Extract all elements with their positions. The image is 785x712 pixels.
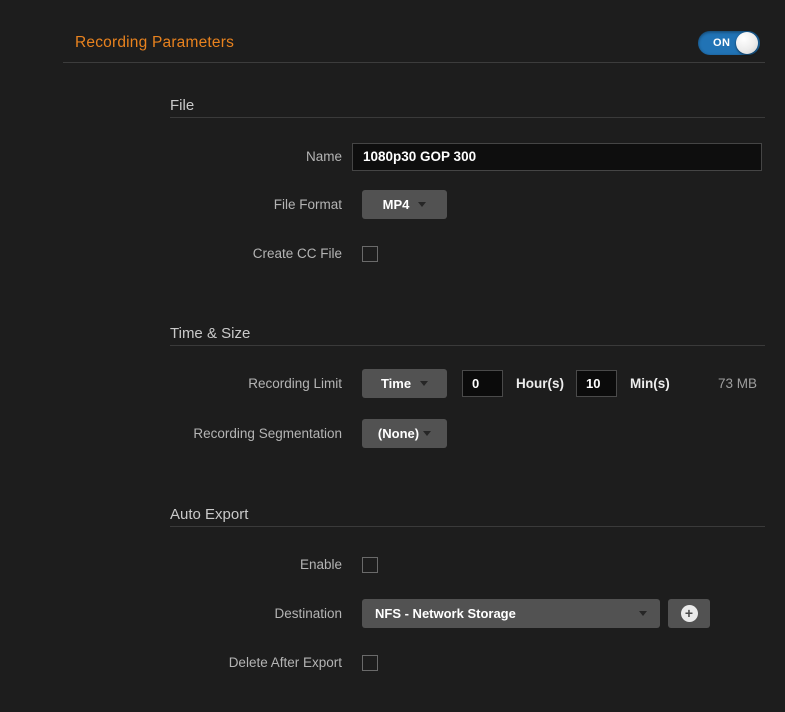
- recording-limit-value: Time: [381, 376, 411, 391]
- destination-row: Destination NFS - Network Storage +: [63, 599, 765, 628]
- delete-after-export-row: Delete After Export: [63, 654, 765, 671]
- section-title-file: File: [170, 97, 194, 114]
- toggle-knob[interactable]: [736, 32, 758, 54]
- file-format-label: File Format: [63, 197, 342, 212]
- name-input[interactable]: [352, 143, 762, 171]
- header-divider: [63, 62, 765, 63]
- auto-export-section-divider: [170, 526, 765, 527]
- hours-input[interactable]: [462, 370, 503, 397]
- file-format-dropdown[interactable]: MP4: [362, 190, 447, 219]
- destination-dropdown[interactable]: NFS - Network Storage: [362, 599, 660, 628]
- section-title-auto-export: Auto Export: [170, 506, 248, 523]
- file-format-value: MP4: [383, 197, 410, 212]
- time-size-section-divider: [170, 345, 765, 346]
- create-cc-row: Create CC File: [63, 245, 765, 262]
- delete-after-export-label: Delete After Export: [63, 655, 342, 670]
- file-format-row: File Format MP4: [63, 190, 765, 219]
- hours-unit-label: Hour(s): [516, 376, 564, 391]
- name-label: Name: [63, 149, 342, 164]
- recording-limit-dropdown[interactable]: Time: [362, 369, 447, 398]
- name-row: Name: [63, 142, 765, 171]
- recording-limit-row: Recording Limit Time Hour(s) Min(s) 73 M…: [63, 369, 765, 398]
- toggle-on-label: ON: [713, 37, 731, 49]
- enable-checkbox[interactable]: [362, 557, 378, 573]
- recording-segmentation-label: Recording Segmentation: [63, 426, 342, 441]
- enable-label: Enable: [63, 557, 342, 572]
- recording-segmentation-row: Recording Segmentation (None): [63, 419, 765, 448]
- section-title-time-size: Time & Size: [170, 325, 250, 342]
- recording-parameters-toggle[interactable]: ON: [698, 31, 760, 55]
- size-estimate: 73 MB: [718, 376, 757, 391]
- enable-row: Enable: [63, 556, 765, 573]
- recording-segmentation-dropdown[interactable]: (None): [362, 419, 447, 448]
- page-title: Recording Parameters: [75, 34, 234, 52]
- chevron-down-icon: [423, 431, 431, 436]
- minutes-unit-label: Min(s): [630, 376, 670, 391]
- add-destination-button[interactable]: +: [668, 599, 710, 628]
- destination-label: Destination: [63, 606, 342, 621]
- create-cc-checkbox[interactable]: [362, 246, 378, 262]
- chevron-down-icon: [418, 202, 426, 207]
- delete-after-export-checkbox[interactable]: [362, 655, 378, 671]
- chevron-down-icon: [639, 611, 647, 616]
- create-cc-label: Create CC File: [63, 246, 342, 261]
- plus-circle-icon: +: [681, 605, 698, 622]
- recording-segmentation-value: (None): [378, 426, 419, 441]
- chevron-down-icon: [420, 381, 428, 386]
- file-section-divider: [170, 117, 765, 118]
- recording-limit-label: Recording Limit: [63, 376, 342, 391]
- minutes-input[interactable]: [576, 370, 617, 397]
- destination-value: NFS - Network Storage: [375, 606, 516, 621]
